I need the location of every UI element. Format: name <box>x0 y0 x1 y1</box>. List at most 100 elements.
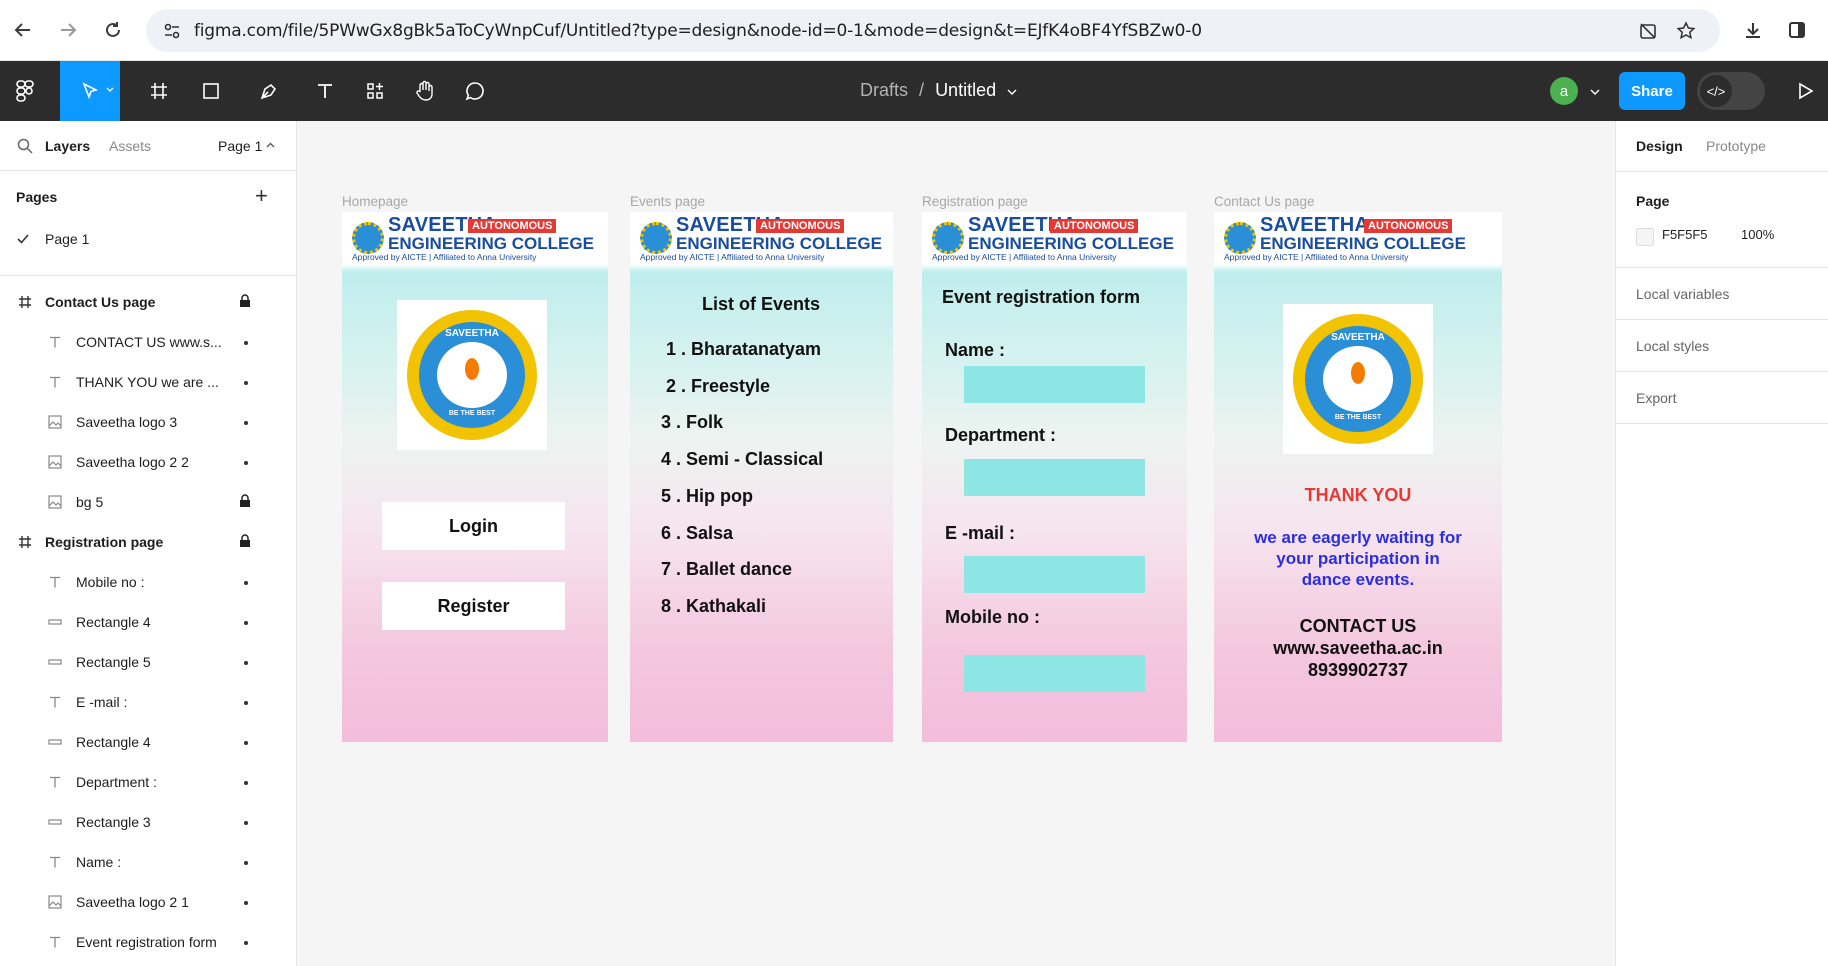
layer-item[interactable]: E -mail : <box>0 682 297 722</box>
chevron-down-icon[interactable] <box>1590 88 1600 96</box>
lock-icon[interactable] <box>239 534 253 550</box>
local-variables[interactable]: Local variables <box>1636 286 1729 302</box>
frame-label-registration[interactable]: Registration page <box>922 194 1028 209</box>
address-bar[interactable]: figma.com/file/5PWwGx8gBk5aToCyWnpCuf/Un… <box>146 9 1720 52</box>
chevron-up-icon[interactable] <box>266 142 275 148</box>
frame-label-events[interactable]: Events page <box>630 194 705 209</box>
pen-tool-icon[interactable] <box>244 61 294 121</box>
search-icon[interactable] <box>17 138 33 154</box>
tab-assets[interactable]: Assets <box>109 138 151 154</box>
reload-icon[interactable] <box>100 17 126 43</box>
frame-tool-icon[interactable] <box>134 61 184 121</box>
layer-item[interactable]: Saveetha logo 2 2 <box>0 442 297 482</box>
share-button[interactable]: Share <box>1619 72 1685 110</box>
comment-tool-icon[interactable] <box>450 61 500 121</box>
college-banner: SAVEETHA AUTONOMOUS ENGINEERING COLLEGE … <box>922 212 1187 264</box>
dev-mode-toggle[interactable]: </> <box>1697 72 1765 110</box>
frame-contact[interactable]: SAVEETHA AUTONOMOUS ENGINEERING COLLEGE … <box>1214 212 1502 742</box>
page-selector[interactable]: Page 1 <box>218 138 262 154</box>
visibility-dot-icon[interactable] <box>244 901 248 905</box>
rectangle-layer-icon <box>47 814 63 830</box>
frame-homepage[interactable]: SAVEETHA AUTONOMOUS ENGINEERING COLLEGE … <box>342 212 608 742</box>
shape-tool-icon[interactable] <box>186 61 236 121</box>
site-settings-icon[interactable] <box>160 19 184 43</box>
tab-layers[interactable]: Layers <box>45 138 90 154</box>
mobile-field[interactable] <box>964 655 1145 692</box>
present-play-icon[interactable] <box>1783 61 1828 121</box>
dev-mode-icon: </> <box>1700 75 1732 107</box>
layer-item[interactable]: bg 5 <box>0 482 297 522</box>
layer-item[interactable]: CONTACT US www.s... <box>0 322 297 362</box>
message-line-1: we are eagerly waiting for <box>1254 528 1462 547</box>
main-menu-icon[interactable] <box>0 61 50 121</box>
frame-events[interactable]: SAVEETHA AUTONOMOUS ENGINEERING COLLEGE … <box>630 212 893 742</box>
layer-item[interactable]: Event registration form <box>0 922 297 962</box>
download-icon[interactable] <box>1740 17 1766 43</box>
side-panel-icon[interactable] <box>1784 17 1810 43</box>
layer-item[interactable]: Rectangle 5 <box>0 642 297 682</box>
phone-text: 8939902737 <box>1307 660 1409 680</box>
layer-frame[interactable]: Contact Us page <box>0 282 297 322</box>
layer-item[interactable]: Saveetha logo 3 <box>0 402 297 442</box>
export-section[interactable]: Export <box>1636 390 1676 406</box>
add-page-icon[interactable]: + <box>255 183 268 209</box>
hand-tool-icon[interactable] <box>400 61 450 121</box>
file-name[interactable]: Untitled <box>935 80 996 100</box>
layer-name: E -mail : <box>76 694 128 710</box>
forward-icon[interactable] <box>55 17 81 43</box>
visibility-dot-icon[interactable] <box>244 381 248 385</box>
layer-item[interactable]: THANK YOU we are ... <box>0 362 297 402</box>
text-tool-icon[interactable] <box>300 61 350 121</box>
register-button[interactable]: Register <box>382 582 565 630</box>
layer-item[interactable]: Rectangle 4 <box>0 722 297 762</box>
visibility-dot-icon[interactable] <box>244 821 248 825</box>
visibility-dot-icon[interactable] <box>244 781 248 785</box>
local-styles[interactable]: Local styles <box>1636 338 1709 354</box>
visibility-dot-icon[interactable] <box>244 861 248 865</box>
layer-item[interactable]: Rectangle 4 <box>0 602 297 642</box>
name-field[interactable] <box>964 366 1145 403</box>
tab-design[interactable]: Design <box>1636 138 1683 154</box>
page-color-hex[interactable]: F5F5F5 <box>1662 227 1708 242</box>
url-text[interactable]: figma.com/file/5PWwGx8gBk5aToCyWnpCuf/Un… <box>194 21 1202 41</box>
banner-badge: AUTONOMOUS <box>1364 219 1453 233</box>
page-list-item[interactable]: Page 1 <box>0 225 297 255</box>
avatar[interactable]: a <box>1550 77 1578 105</box>
frame-label-contact[interactable]: Contact Us page <box>1214 194 1315 209</box>
layer-item[interactable]: Department : <box>0 762 297 802</box>
layer-name: Saveetha logo 3 <box>76 414 178 430</box>
visibility-dot-icon[interactable] <box>244 581 248 585</box>
department-field[interactable] <box>964 459 1145 496</box>
visibility-dot-icon[interactable] <box>244 621 248 625</box>
login-button[interactable]: Login <box>382 502 565 550</box>
frame-label-homepage[interactable]: Homepage <box>342 194 408 209</box>
layer-item[interactable]: Mobile no : <box>0 562 297 602</box>
layer-item[interactable]: Rectangle 3 <box>0 802 297 842</box>
breadcrumb-drafts[interactable]: Drafts <box>860 80 908 100</box>
tab-prototype[interactable]: Prototype <box>1706 138 1766 154</box>
bookmark-star-icon[interactable] <box>1674 19 1698 43</box>
layer-frame[interactable]: Registration page <box>0 522 297 562</box>
move-tool-icon[interactable] <box>60 61 120 121</box>
back-icon[interactable] <box>10 17 36 43</box>
visibility-dot-icon[interactable] <box>244 701 248 705</box>
no-tracking-icon[interactable] <box>1636 19 1660 43</box>
visibility-dot-icon[interactable] <box>244 341 248 345</box>
frame-registration[interactable]: SAVEETHA AUTONOMOUS ENGINEERING COLLEGE … <box>922 212 1187 742</box>
visibility-dot-icon[interactable] <box>244 661 248 665</box>
visibility-dot-icon[interactable] <box>244 421 248 425</box>
layer-item[interactable]: Saveetha logo 2 1 <box>0 882 297 922</box>
visibility-dot-icon[interactable] <box>244 461 248 465</box>
canvas[interactable]: Homepage SAVEETHA AUTONOMOUS ENGINEERING… <box>297 121 1615 966</box>
banner-subtitle: ENGINEERING COLLEGE <box>968 234 1174 253</box>
visibility-dot-icon[interactable] <box>244 941 248 945</box>
visibility-dot-icon[interactable] <box>244 741 248 745</box>
lock-icon[interactable] <box>239 294 253 310</box>
chevron-down-icon[interactable] <box>1007 88 1017 96</box>
layer-item[interactable]: Name : <box>0 842 297 882</box>
page-opacity[interactable]: 100% <box>1741 227 1774 242</box>
page-color-swatch[interactable] <box>1636 228 1654 246</box>
email-field[interactable] <box>964 556 1145 593</box>
resources-tool-icon[interactable] <box>350 61 400 121</box>
lock-icon[interactable] <box>239 494 253 510</box>
